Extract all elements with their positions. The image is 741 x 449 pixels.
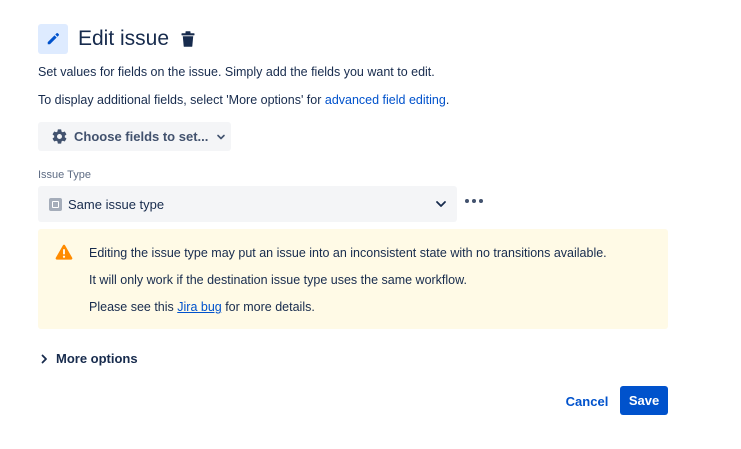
page-title: Edit issue [78, 27, 170, 50]
issue-type-icon [49, 197, 62, 211]
warning-message: Editing the issue type may put an issue … [38, 229, 668, 329]
issue-type-value: Same issue type [68, 196, 165, 212]
trash-icon[interactable] [181, 31, 195, 47]
gear-icon [51, 128, 68, 145]
warning-suffix: for more details. [221, 300, 315, 314]
jira-bug-link[interactable]: Jira bug [177, 300, 221, 314]
issue-type-label: Issue Type [38, 169, 91, 181]
warning-line-1: Editing the issue type may put an issue … [89, 246, 607, 260]
choose-fields-label: Choose fields to set... [74, 129, 209, 144]
warning-icon [55, 244, 73, 265]
more-actions-icon[interactable] [465, 196, 483, 206]
advanced-field-editing-link[interactable]: advanced field editing [325, 93, 446, 107]
choose-fields-button[interactable]: Choose fields to set... [38, 122, 231, 151]
more-options-toggle[interactable]: More options [40, 351, 138, 366]
warning-line-2: It will only work if the destination iss… [89, 273, 467, 287]
description-text: To display additional fields, select 'Mo… [38, 93, 325, 107]
save-button[interactable]: Save [620, 386, 668, 415]
dialog-header: Edit issue [38, 24, 195, 54]
description-line-2: To display additional fields, select 'Mo… [38, 92, 449, 108]
pencil-icon [38, 24, 68, 54]
chevron-right-icon [40, 354, 48, 364]
description-suffix: . [445, 93, 450, 107]
edit-issue-dialog: Edit issue Set values for fields on the … [0, 0, 741, 449]
cancel-button[interactable]: Cancel [560, 388, 614, 414]
warning-line-3: Please see this Jira bug for more detail… [89, 299, 315, 315]
description-line-1: Set values for fields on the issue. Simp… [38, 65, 435, 79]
warning-text: Please see this [89, 300, 178, 314]
issue-type-select[interactable]: Same issue type [38, 186, 457, 222]
chevron-down-icon [216, 132, 226, 142]
more-options-label: More options [56, 351, 138, 366]
chevron-down-icon [434, 197, 448, 211]
